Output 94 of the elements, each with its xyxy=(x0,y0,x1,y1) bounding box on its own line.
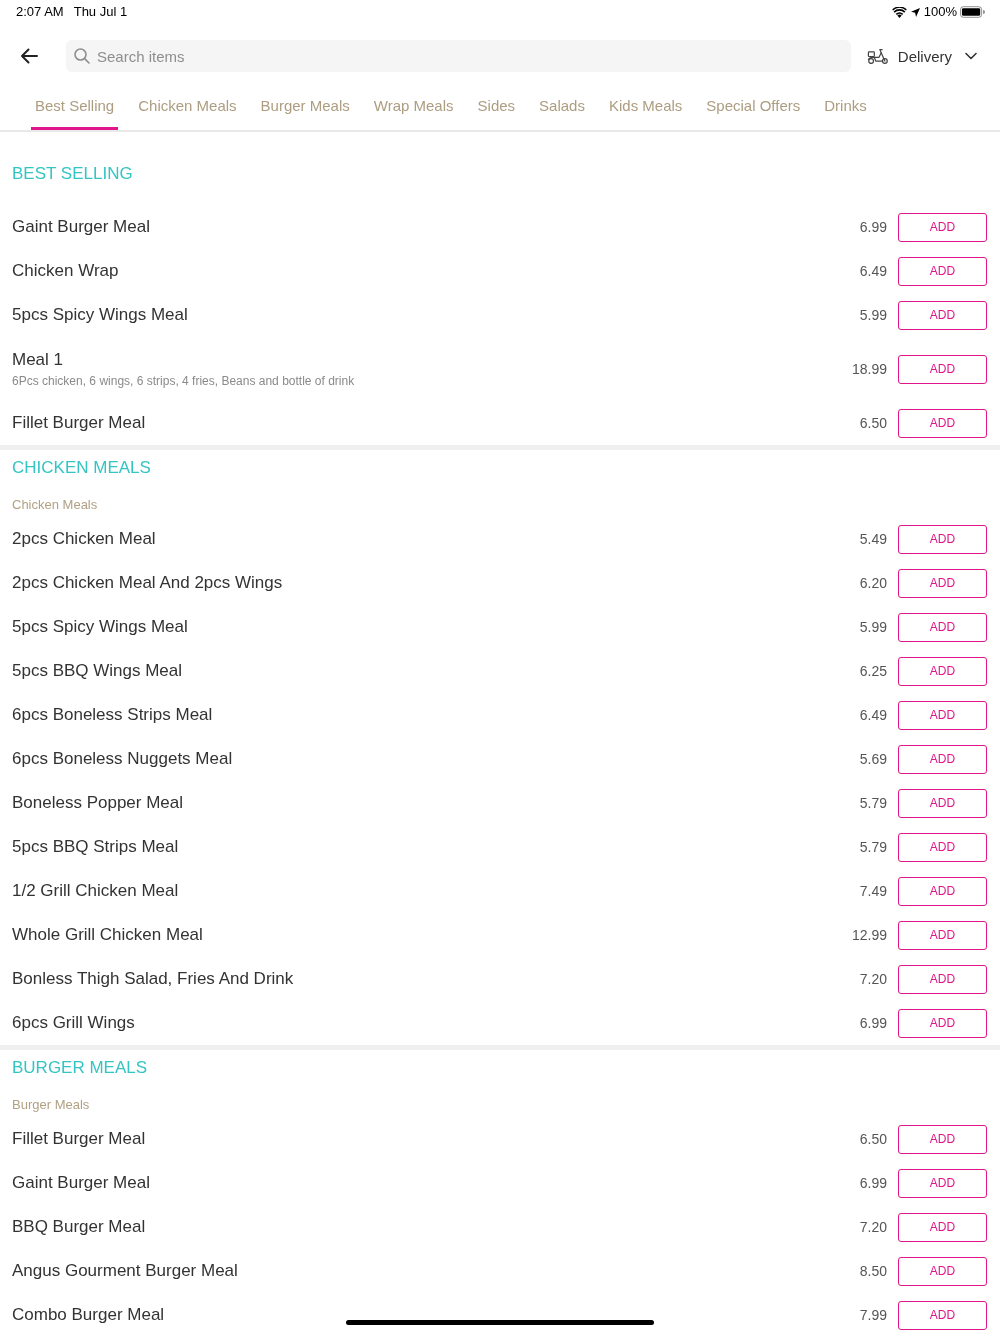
item-price: 6.99 xyxy=(859,1175,887,1191)
item-price: 12.99 xyxy=(851,927,887,943)
add-button[interactable]: ADD xyxy=(898,568,987,598)
item-price: 6.50 xyxy=(859,1131,887,1147)
item-price: 6.99 xyxy=(859,219,887,235)
add-button[interactable]: ADD xyxy=(898,788,987,818)
item-name: Boneless Popper Meal xyxy=(12,792,184,814)
item-name: 2pcs Chicken Meal xyxy=(12,528,156,550)
item-name: 2pcs Chicken Meal And 2pcs Wings xyxy=(12,572,283,594)
scooter-icon xyxy=(866,47,889,65)
category-tab[interactable]: Best Selling xyxy=(31,96,119,130)
item-price: 6.25 xyxy=(859,663,887,679)
item-price: 6.49 xyxy=(859,263,887,279)
item-name: Whole Grill Chicken Meal xyxy=(12,924,203,946)
add-button[interactable]: ADD xyxy=(898,1300,987,1330)
item-price: 8.50 xyxy=(859,1263,887,1279)
add-button[interactable]: ADD xyxy=(898,1008,987,1038)
item-name: 5pcs Spicy Wings Meal xyxy=(12,304,188,326)
add-button[interactable]: ADD xyxy=(898,212,987,242)
item-name: Combo Burger Meal xyxy=(12,1304,165,1326)
item-price: 7.20 xyxy=(859,1219,887,1235)
search-icon xyxy=(74,48,90,64)
battery-percent: 100% xyxy=(923,4,957,20)
category-tab[interactable]: Kids Meals xyxy=(604,96,687,130)
add-button[interactable]: ADD xyxy=(898,656,987,686)
add-button[interactable]: ADD xyxy=(898,920,987,950)
category-tab[interactable]: Sides xyxy=(473,96,520,130)
section-subheading: Chicken Meals xyxy=(12,496,98,514)
chevron-down-icon xyxy=(965,52,977,60)
item-name: 6pcs Boneless Nuggets Meal xyxy=(12,748,233,770)
item-price: 5.79 xyxy=(859,795,887,811)
item-price: 7.49 xyxy=(859,883,887,899)
item-description: 6Pcs chicken, 6 wings, 6 strips, 4 fries, Beans and bottle of drink xyxy=(12,373,355,389)
item-name: 1/2 Grill Chicken Meal xyxy=(12,880,179,902)
add-button[interactable]: ADD xyxy=(898,524,987,554)
battery-icon xyxy=(960,6,985,18)
item-price: 7.20 xyxy=(859,971,887,987)
category-tab[interactable]: Salads xyxy=(535,96,589,130)
item-name: Gaint Burger Meal xyxy=(12,1172,150,1194)
back-arrow-icon xyxy=(20,48,38,64)
item-price: 6.99 xyxy=(859,1015,887,1031)
status-time: 2:07 AM xyxy=(16,4,64,20)
item-price: 5.99 xyxy=(859,307,887,323)
add-button[interactable]: ADD xyxy=(898,832,987,862)
category-tab[interactable]: Special Offers xyxy=(702,96,805,130)
item-name: Fillet Burger Meal xyxy=(12,412,146,434)
add-button[interactable]: ADD xyxy=(898,354,987,384)
item-price: 6.20 xyxy=(859,575,887,591)
item-price: 5.49 xyxy=(859,531,887,547)
delivery-selector[interactable]: Delivery xyxy=(866,47,977,65)
item-name: 6pcs Grill Wings xyxy=(12,1012,135,1034)
item-price: 6.50 xyxy=(859,415,887,431)
item-name: Meal 1 xyxy=(12,349,64,371)
add-button[interactable]: ADD xyxy=(898,1256,987,1286)
add-button[interactable]: ADD xyxy=(898,1124,987,1154)
back-button[interactable] xyxy=(20,48,38,64)
item-price: 7.99 xyxy=(859,1307,887,1323)
add-button[interactable]: ADD xyxy=(898,256,987,286)
add-button[interactable]: ADD xyxy=(898,1212,987,1242)
search-field[interactable]: Search items xyxy=(66,40,851,72)
item-name: Bonless Thigh Salad, Fries And Drink xyxy=(12,968,294,990)
add-button[interactable]: ADD xyxy=(898,964,987,994)
item-name: BBQ Burger Meal xyxy=(12,1216,146,1238)
category-tab[interactable]: Chicken Meals xyxy=(134,96,241,130)
add-button[interactable]: ADD xyxy=(898,300,987,330)
item-price: 18.99 xyxy=(851,361,887,377)
add-button[interactable]: ADD xyxy=(898,700,987,730)
section-heading: BEST SELLING xyxy=(12,163,133,185)
section-subheading: Burger Meals xyxy=(12,1096,90,1114)
item-price: 5.79 xyxy=(859,839,887,855)
section-heading: CHICKEN MEALS xyxy=(12,457,151,479)
item-name: 6pcs Boneless Strips Meal xyxy=(12,704,213,726)
status-date: Thu Jul 1 xyxy=(73,4,128,20)
location-arrow-icon xyxy=(910,7,920,17)
add-button[interactable]: ADD xyxy=(898,876,987,906)
item-name: Chicken Wrap xyxy=(12,260,119,282)
add-button[interactable]: ADD xyxy=(898,1168,987,1198)
category-tab[interactable]: Drinks xyxy=(820,96,871,130)
add-button[interactable]: ADD xyxy=(898,744,987,774)
category-tab[interactable]: Burger Meals xyxy=(256,96,354,130)
item-price: 6.49 xyxy=(859,707,887,723)
item-name: 5pcs Spicy Wings Meal xyxy=(12,616,188,638)
item-price: 5.69 xyxy=(859,751,887,767)
wifi-icon xyxy=(891,6,907,18)
section-heading: BURGER MEALS xyxy=(12,1057,148,1079)
item-name: Gaint Burger Meal xyxy=(12,216,150,238)
item-name: Angus Gourment Burger Meal xyxy=(12,1260,238,1282)
add-button[interactable]: ADD xyxy=(898,408,987,438)
add-button[interactable]: ADD xyxy=(898,612,987,642)
item-name: 5pcs BBQ Wings Meal xyxy=(12,660,183,682)
item-name: 5pcs BBQ Strips Meal xyxy=(12,836,179,858)
item-name: Fillet Burger Meal xyxy=(12,1128,146,1150)
item-price: 5.99 xyxy=(859,619,887,635)
category-tab[interactable]: Wrap Meals xyxy=(369,96,458,130)
